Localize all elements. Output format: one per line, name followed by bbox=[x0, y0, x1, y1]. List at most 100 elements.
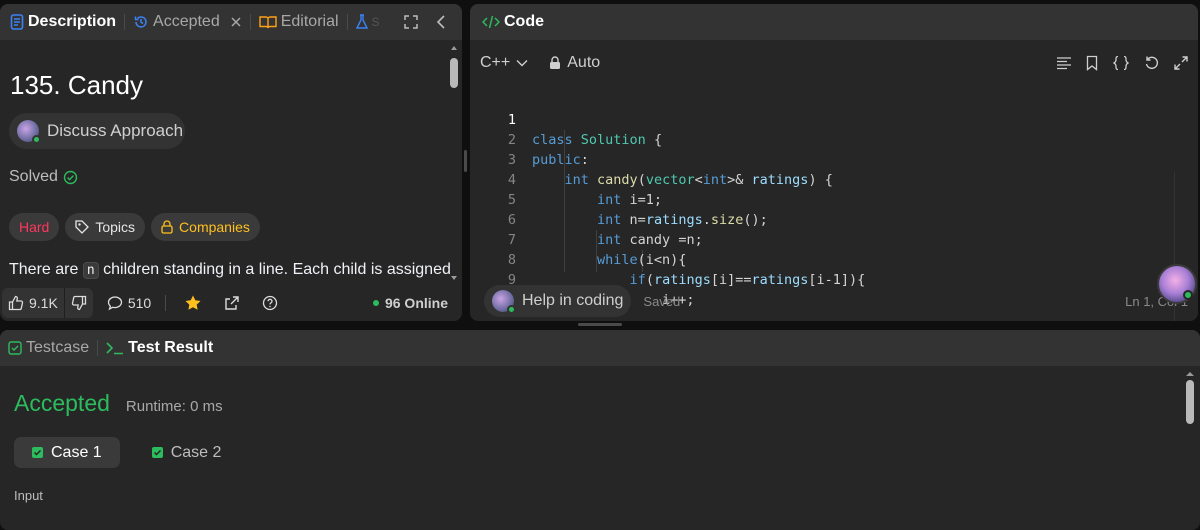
dislike-button[interactable] bbox=[65, 288, 93, 318]
auto-label: Auto bbox=[567, 54, 601, 71]
footer-separator bbox=[165, 294, 167, 311]
expand-icon[interactable] bbox=[1174, 56, 1188, 70]
tab-editorial-label: Editorial bbox=[280, 13, 339, 30]
tab-accepted-label: Accepted bbox=[153, 13, 220, 30]
help-button[interactable] bbox=[262, 295, 278, 311]
code-line: 8 if(ratings[i]==ratings[i-1]){ bbox=[470, 230, 865, 288]
tab-testcase-label: Testcase bbox=[26, 339, 90, 356]
comments-count: 510 bbox=[127, 294, 152, 311]
tab-separator bbox=[97, 340, 99, 356]
companies-button[interactable]: Companies bbox=[151, 213, 260, 241]
tab-separator bbox=[124, 14, 126, 30]
close-icon[interactable] bbox=[230, 16, 242, 28]
results-panel: Testcase Test Result Accepted Runtime: 0… bbox=[0, 330, 1200, 530]
vote-group: 9.1K bbox=[2, 287, 93, 318]
tab-code-label: Code bbox=[504, 13, 544, 30]
code-footer: Help in coding Saved Ln 1, Col 1 bbox=[470, 282, 1198, 320]
code-editor[interactable]: 1 class Solution { 2 public: 3 int candy… bbox=[470, 88, 1198, 321]
discuss-approach-label: Discuss Approach bbox=[47, 121, 184, 140]
tab-description[interactable]: Description bbox=[6, 4, 120, 40]
code-text: int i=1; bbox=[597, 192, 663, 208]
tab-code[interactable]: Code bbox=[478, 4, 548, 40]
comments-button[interactable]: 510 bbox=[107, 295, 151, 311]
maximize-icon[interactable] bbox=[404, 15, 418, 29]
assistant-avatar[interactable] bbox=[1157, 264, 1197, 304]
bookmark-icon[interactable] bbox=[1086, 55, 1098, 71]
language-select[interactable]: C++ bbox=[480, 54, 528, 72]
code-text: int candy =n; bbox=[597, 232, 703, 248]
code-icon bbox=[482, 15, 500, 29]
check-icon bbox=[151, 447, 163, 458]
topics-button[interactable]: Topics bbox=[65, 213, 146, 241]
scroll-up-icon[interactable] bbox=[450, 44, 458, 52]
topics-label: Topics bbox=[95, 219, 136, 235]
tab-testcase[interactable]: Testcase bbox=[4, 330, 93, 366]
tab-accepted[interactable]: Accepted bbox=[129, 4, 246, 40]
result-summary: Accepted Runtime: 0 ms bbox=[14, 390, 223, 417]
thumbs-down-icon bbox=[71, 295, 87, 311]
code-line: 4 int i=1; bbox=[470, 150, 662, 208]
solved-label: Solved bbox=[9, 168, 58, 185]
description-tabbar: Description Accepted Editorial S bbox=[0, 4, 462, 40]
tab-solutions[interactable]: S bbox=[352, 4, 384, 40]
auto-mode[interactable]: Auto bbox=[549, 54, 600, 72]
scrollbar-thumb[interactable] bbox=[450, 58, 458, 88]
editor-tools bbox=[1056, 44, 1188, 82]
avatar bbox=[492, 290, 516, 314]
tab-separator bbox=[346, 14, 348, 30]
input-label: Input bbox=[14, 488, 43, 503]
code-text: class Solution { bbox=[532, 132, 663, 148]
help-in-coding-label: Help in coding bbox=[522, 292, 624, 309]
braces-icon[interactable] bbox=[1112, 55, 1130, 71]
code-line: 6 int candy =n; bbox=[470, 190, 703, 248]
vertical-resize-handle[interactable] bbox=[464, 150, 467, 172]
results-tabbar: Testcase Test Result bbox=[0, 330, 1200, 366]
scroll-up-icon[interactable] bbox=[1184, 370, 1196, 378]
help-in-coding-button[interactable]: Help in coding bbox=[484, 285, 632, 317]
favorite-button[interactable] bbox=[184, 294, 202, 312]
book-icon bbox=[259, 15, 277, 29]
tab-separator bbox=[249, 14, 251, 30]
online-dot bbox=[32, 135, 41, 144]
case-1-tab[interactable]: Case 1 bbox=[14, 437, 120, 468]
share-button[interactable] bbox=[224, 295, 240, 311]
code-line: 2 public: bbox=[470, 110, 589, 168]
code-text: while(i<n){ bbox=[597, 252, 687, 268]
flask-icon bbox=[355, 14, 368, 30]
saved-status: Saved bbox=[643, 293, 681, 309]
reset-icon[interactable] bbox=[1144, 55, 1160, 71]
results-scrollbar[interactable] bbox=[1184, 370, 1196, 520]
likes-count: 9.1K bbox=[29, 294, 58, 311]
case-2-label: Case 2 bbox=[170, 443, 222, 461]
scrollbar-thumb[interactable] bbox=[1186, 380, 1194, 424]
verdict-label: Accepted bbox=[14, 390, 110, 416]
description-text-before: There are bbox=[9, 261, 79, 278]
code-text: int n=ratings.size(); bbox=[597, 212, 768, 228]
thumbs-up-icon bbox=[8, 295, 24, 311]
discuss-approach-button[interactable]: Discuss Approach bbox=[9, 113, 185, 149]
chevron-down-icon bbox=[516, 59, 528, 67]
like-button[interactable]: 9.1K bbox=[2, 288, 64, 318]
scroll-down-icon[interactable] bbox=[450, 274, 458, 282]
format-icon[interactable] bbox=[1056, 56, 1072, 70]
description-scrollbar[interactable] bbox=[450, 44, 458, 282]
problem-tags: Hard Topics Companies bbox=[9, 213, 260, 241]
horizontal-resize-handle[interactable] bbox=[578, 323, 622, 326]
check-icon bbox=[32, 447, 43, 458]
tag-icon bbox=[75, 220, 90, 234]
companies-label: Companies bbox=[179, 219, 250, 235]
terminal-icon bbox=[106, 341, 124, 355]
tab-test-result[interactable]: Test Result bbox=[102, 330, 217, 366]
chevron-left-icon[interactable] bbox=[436, 15, 446, 29]
lock-icon bbox=[161, 220, 173, 234]
case-2-tab[interactable]: Case 2 bbox=[134, 437, 240, 468]
history-icon bbox=[133, 14, 149, 30]
tab-editorial[interactable]: Editorial bbox=[255, 4, 343, 40]
tab-description-label: Description bbox=[28, 13, 117, 30]
runtime-label: Runtime: 0 ms bbox=[125, 398, 223, 415]
code-text: int candy(vector<int>& ratings) { bbox=[564, 172, 833, 188]
online-dot bbox=[507, 305, 516, 314]
online-counter: 96 Online bbox=[372, 284, 448, 321]
online-dot bbox=[372, 299, 379, 306]
problem-title: 135. Candy bbox=[10, 70, 143, 100]
